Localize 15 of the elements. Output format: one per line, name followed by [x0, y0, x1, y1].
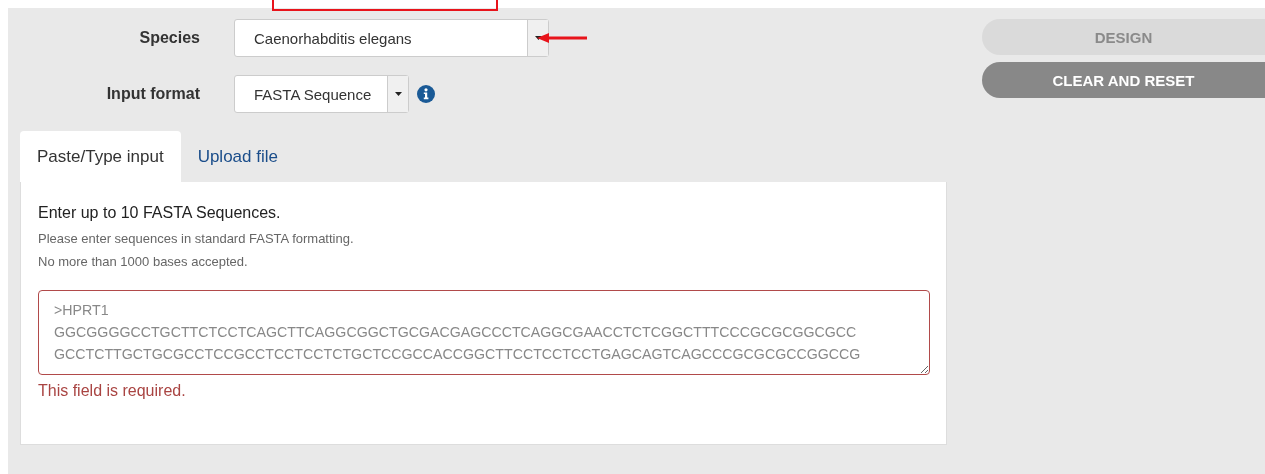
caret-icon [394, 92, 402, 96]
format-select[interactable]: FASTA Sequence [234, 75, 409, 113]
tab[interactable]: Upload file [180, 131, 295, 182]
pointer-arrow [537, 32, 587, 44]
field-label: Input format [105, 85, 200, 103]
hint-text: Please enter sequences in standard FASTA formatting. [38, 230, 355, 248]
sequence-field[interactable]: >HPRT1 GGCGGGGCCTGCTTCTCCTCAGCTTCAGGCGGCTGCGACGAGCCCTCAGGCGAACCTCTCGGCTTTCCCGCGCGGCGCC GCCTCTTGCTGCGCCTCCGCCTCCTCCTCTGCTCCGCCACCGGCTTCCTCCTCCTGAGCAGTCAGCCCGCGCGCCGGCCG [38, 290, 930, 375]
field-label: Species [138, 29, 200, 47]
error-message: This field is required. [38, 382, 187, 400]
section-heading: Enter up to 10 FASTA Sequences. [38, 204, 282, 222]
reset-button[interactable]: CLEAR AND RESET [982, 62, 1265, 98]
hint-text: No more than 1000 bases accepted. [38, 253, 249, 271]
info-icon[interactable] [417, 85, 435, 103]
tab[interactable]: Paste/Type input [20, 131, 181, 182]
species-select[interactable]: Caenorhabditis elegans [234, 19, 549, 57]
